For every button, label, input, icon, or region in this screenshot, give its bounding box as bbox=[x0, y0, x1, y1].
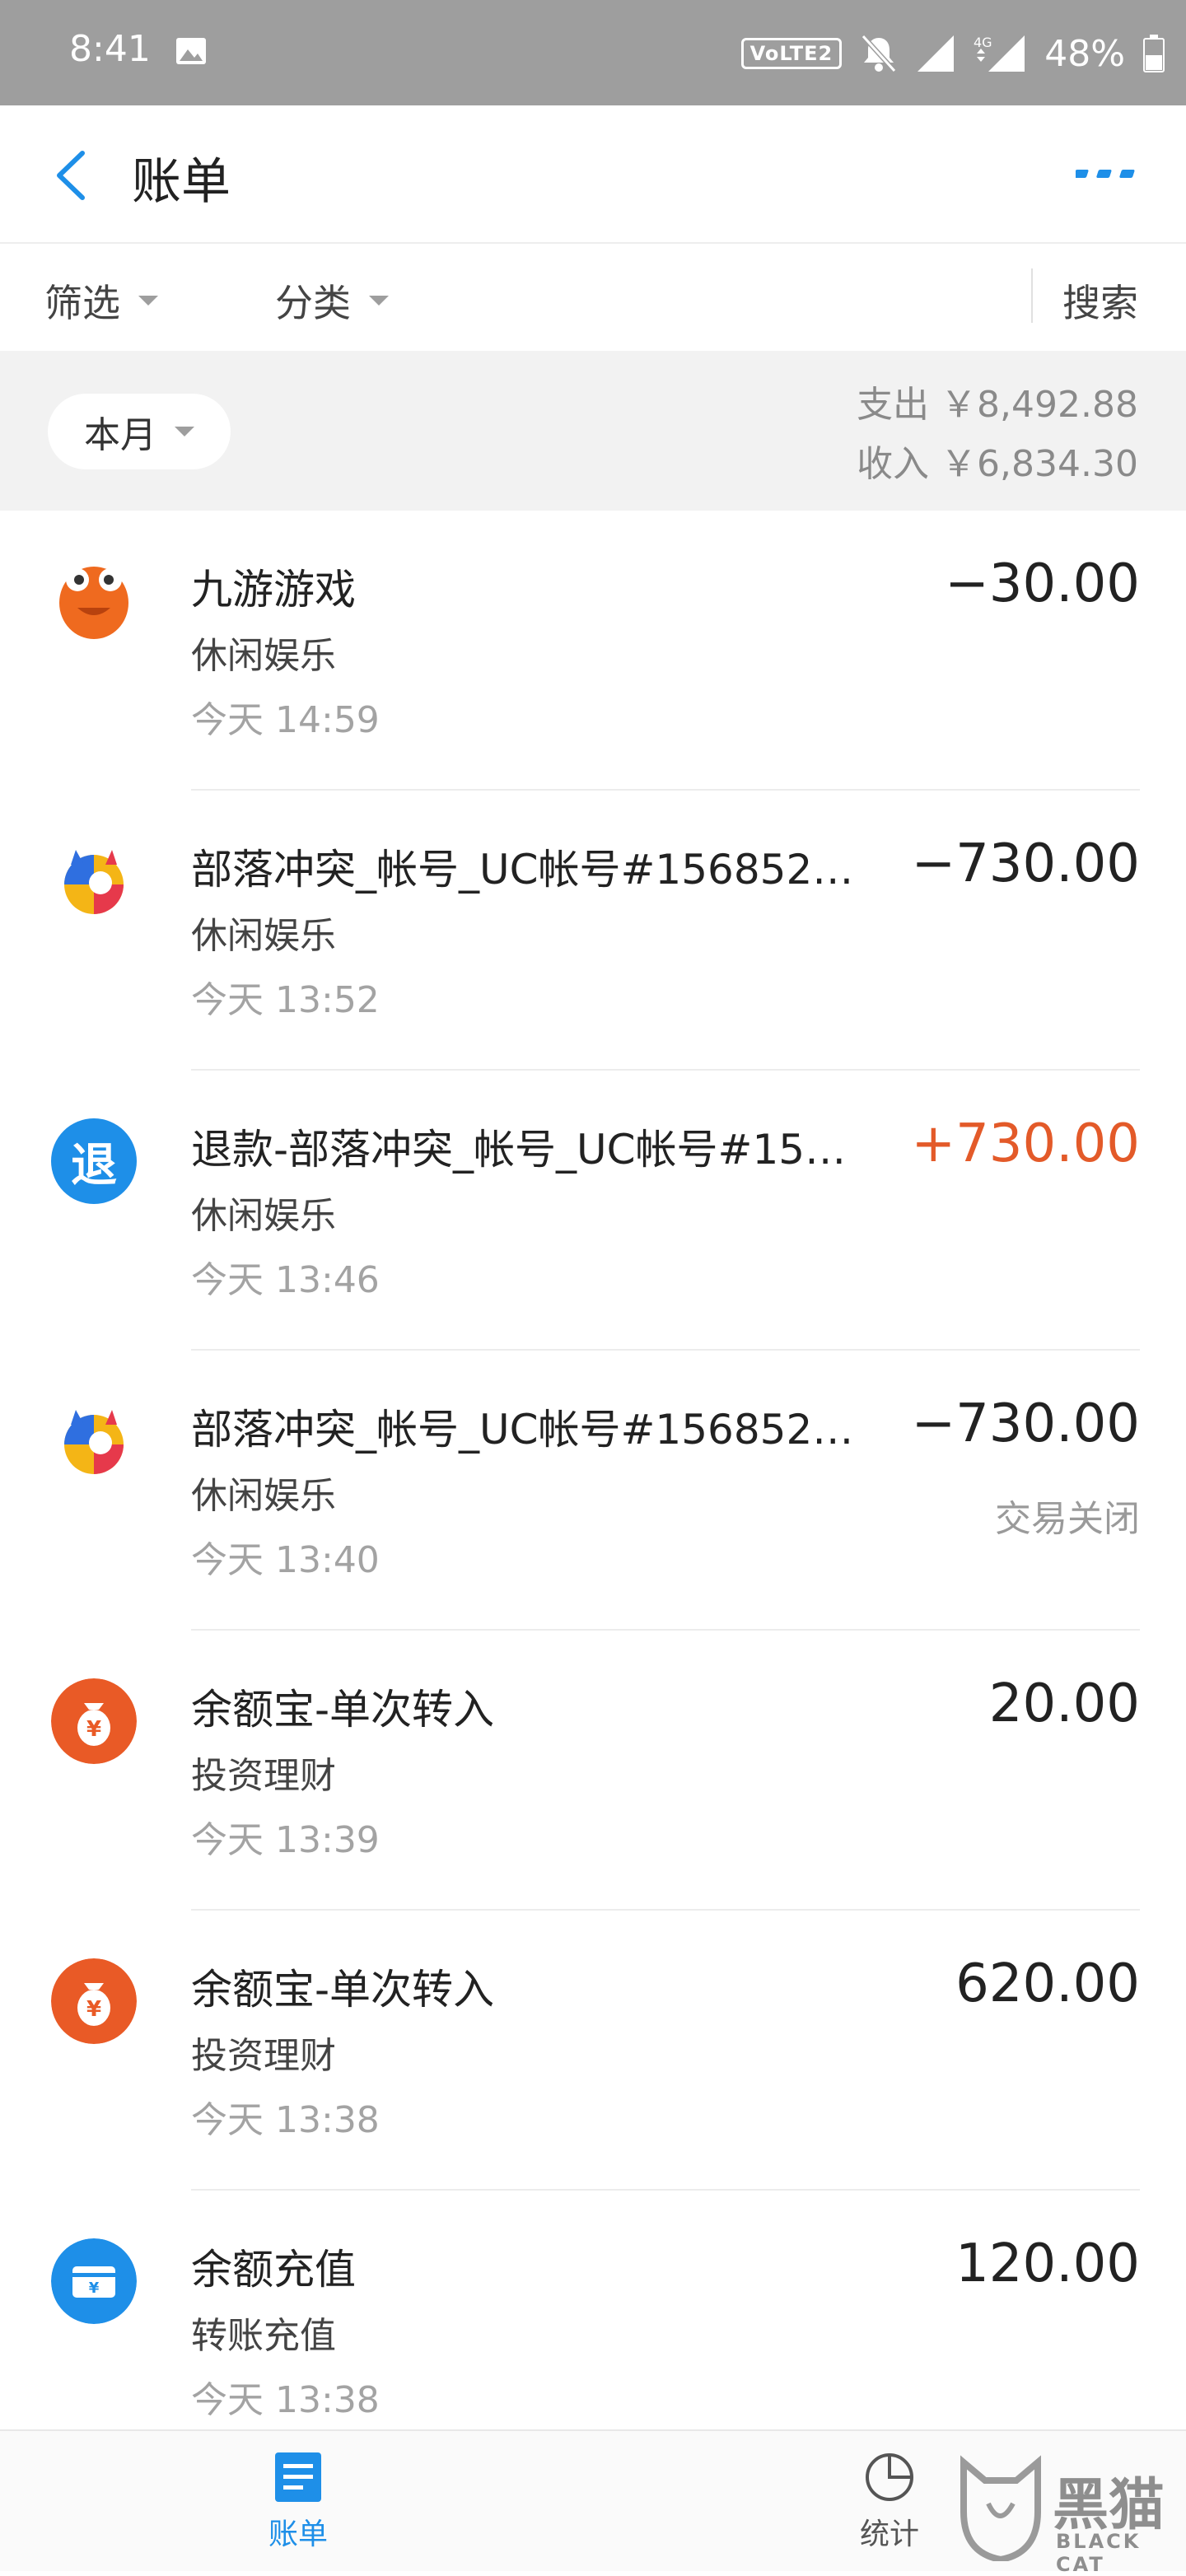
category-dropdown[interactable]: 分类 bbox=[275, 273, 389, 328]
caret-down-icon bbox=[369, 296, 389, 306]
transaction-amount: −730.00 bbox=[911, 833, 1140, 894]
image-notification-icon bbox=[176, 38, 206, 64]
tab-stats[interactable]: 统计 bbox=[807, 2451, 972, 2553]
caret-down-icon bbox=[138, 296, 158, 306]
transaction-name: 部落冲突_帐号_UC帐号#156852… bbox=[191, 846, 854, 894]
transaction-category: 休闲娱乐 bbox=[191, 915, 336, 957]
status-time: 8:41 bbox=[69, 28, 151, 70]
volte-badge: VoLTE2 bbox=[740, 38, 843, 69]
network-label: 4G bbox=[974, 35, 992, 50]
status-bar: 8:41 VoLTE2 4G 48% bbox=[0, 0, 1186, 105]
month-label: 本月 bbox=[84, 414, 156, 456]
transaction-row[interactable]: 退 退款-部落冲突_帐号_UC帐号#15… 休闲娱乐 今天 13:46 +730… bbox=[0, 1071, 1186, 1351]
balance-recharge-icon: ¥ bbox=[51, 2238, 137, 2324]
transaction-time: 今天 14:59 bbox=[191, 699, 380, 741]
transaction-name: 余额宝-单次转入 bbox=[191, 1966, 495, 2014]
transaction-row[interactable]: ¥ 余额宝-单次转入 投资理财 今天 13:38 620.00 bbox=[0, 1911, 1186, 2191]
transaction-row[interactable]: ¥ 余额充值 转账充值 今天 13:38 120.00 bbox=[0, 2191, 1186, 2471]
pie-chart-icon bbox=[866, 2453, 913, 2501]
transaction-category: 投资理财 bbox=[191, 1755, 336, 1797]
transaction-amount: 120.00 bbox=[955, 2233, 1140, 2294]
totals: 支出 ￥8,492.88 收入 ￥6,834.30 bbox=[857, 376, 1138, 494]
battery-percent: 48% bbox=[1044, 32, 1125, 75]
app-header: 账单 bbox=[0, 105, 1186, 244]
search-label: 搜索 bbox=[1062, 281, 1138, 325]
transaction-name: 余额宝-单次转入 bbox=[191, 1686, 495, 1734]
transaction-status: 交易关闭 bbox=[995, 1498, 1140, 1540]
transaction-name: 余额充值 bbox=[191, 2246, 356, 2294]
tab-bill-label: 账单 bbox=[268, 2518, 328, 2551]
transaction-amount: 620.00 bbox=[955, 1953, 1140, 2014]
yuebao-icon: ¥ bbox=[51, 1678, 137, 1764]
transaction-list: 九游游戏 休闲娱乐 今天 14:59 −30.00 部落冲突_帐号_UC帐号#1… bbox=[0, 511, 1186, 2471]
transaction-name: 九游游戏 bbox=[191, 566, 356, 614]
svg-text:¥: ¥ bbox=[89, 2280, 100, 2297]
transaction-amount: −730.00 bbox=[911, 1393, 1140, 1454]
transaction-amount: −30.00 bbox=[945, 553, 1140, 614]
bell-muted-icon bbox=[861, 34, 897, 73]
watermark-text: 黑猫 bbox=[1053, 2473, 1165, 2538]
transaction-amount: 20.00 bbox=[988, 1673, 1140, 1734]
uc-game-icon bbox=[64, 1410, 124, 1474]
black-cat-logo-icon bbox=[960, 2455, 1041, 2561]
month-selector[interactable]: 本月 bbox=[48, 394, 231, 469]
transaction-name: 部落冲突_帐号_UC帐号#156852… bbox=[191, 1406, 854, 1454]
back-arrow-icon[interactable] bbox=[49, 148, 99, 203]
caret-down-icon bbox=[175, 427, 194, 436]
svg-text:¥: ¥ bbox=[86, 1717, 101, 1742]
filter-bar: 筛选 分类 搜索 bbox=[0, 244, 1186, 351]
transaction-category: 休闲娱乐 bbox=[191, 1195, 336, 1237]
signal-4g-icon: 4G bbox=[974, 35, 1025, 72]
transaction-amount: +730.00 bbox=[911, 1113, 1140, 1174]
transaction-category: 休闲娱乐 bbox=[191, 635, 336, 677]
refund-icon: 退 bbox=[51, 1118, 137, 1204]
transaction-row[interactable]: 部落冲突_帐号_UC帐号#156852… 休闲娱乐 今天 13:52 −730.… bbox=[0, 791, 1186, 1071]
filter-dropdown[interactable]: 筛选 bbox=[44, 273, 158, 328]
transaction-time: 今天 13:52 bbox=[191, 979, 380, 1021]
transaction-category: 投资理财 bbox=[191, 2035, 336, 2077]
more-icon[interactable] bbox=[1076, 165, 1138, 184]
svg-text:¥: ¥ bbox=[86, 1997, 101, 2022]
bill-icon bbox=[275, 2452, 321, 2502]
page-title: 账单 bbox=[132, 153, 231, 211]
transaction-row[interactable]: 九游游戏 休闲娱乐 今天 14:59 −30.00 bbox=[0, 511, 1186, 791]
expense-total: 支出 ￥8,492.88 bbox=[857, 384, 1138, 426]
transaction-time: 今天 13:38 bbox=[191, 2099, 380, 2141]
transaction-time: 今天 13:38 bbox=[191, 2379, 380, 2421]
battery-icon bbox=[1143, 35, 1165, 72]
signal-icon bbox=[918, 35, 955, 72]
uc-game-icon bbox=[64, 850, 124, 914]
jiuyou-game-icon bbox=[58, 567, 128, 640]
month-summary: 本月 支出 ￥8,492.88 收入 ￥6,834.30 bbox=[0, 351, 1186, 511]
transaction-name: 退款-部落冲突_帐号_UC帐号#15… bbox=[191, 1126, 847, 1174]
category-label: 分类 bbox=[275, 281, 351, 325]
transaction-category: 转账充值 bbox=[191, 2315, 336, 2357]
yuebao-icon: ¥ bbox=[51, 1958, 137, 2044]
transaction-row[interactable]: 部落冲突_帐号_UC帐号#156852… 休闲娱乐 今天 13:40 −730.… bbox=[0, 1351, 1186, 1631]
income-total: 收入 ￥6,834.30 bbox=[857, 443, 1138, 485]
transaction-category: 休闲娱乐 bbox=[191, 1475, 336, 1517]
tab-bill[interactable]: 账单 bbox=[216, 2451, 381, 2553]
filter-label: 筛选 bbox=[44, 281, 120, 325]
watermark: 黑猫 BLACK CAT bbox=[955, 2454, 1178, 2576]
transaction-time: 今天 13:39 bbox=[191, 1819, 380, 1861]
divider bbox=[1031, 268, 1033, 323]
transaction-row[interactable]: ¥ 余额宝-单次转入 投资理财 今天 13:39 20.00 bbox=[0, 1631, 1186, 1911]
search-button[interactable]: 搜索 bbox=[1062, 273, 1138, 328]
transaction-time: 今天 13:40 bbox=[191, 1539, 380, 1581]
transaction-time: 今天 13:46 bbox=[191, 1259, 380, 1301]
tab-stats-label: 统计 bbox=[859, 2518, 919, 2551]
